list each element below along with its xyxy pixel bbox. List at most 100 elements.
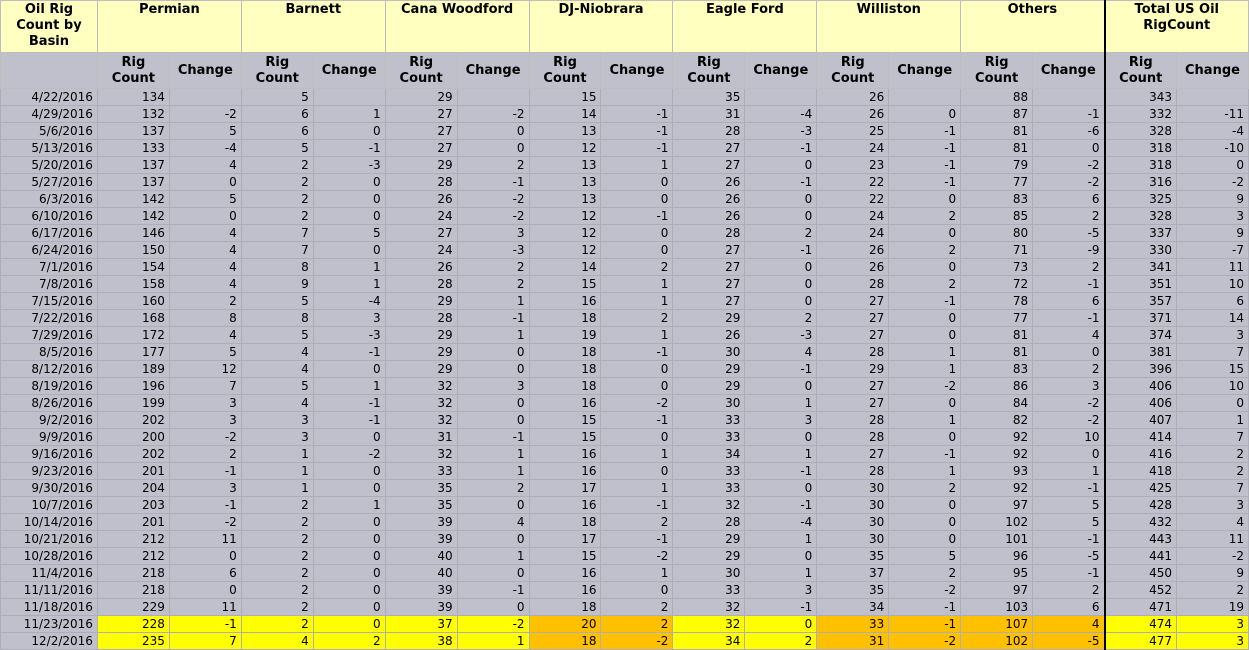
rig-count-cell: 29 — [672, 547, 746, 565]
change-cell: 0 — [312, 360, 386, 378]
rig-count-cell: 28 — [672, 122, 746, 140]
change-cell: 0 — [744, 258, 818, 276]
change-cell: 1 — [312, 258, 386, 276]
table-row: 5/6/2016 137 5 6 0 27 0 13 -1 28 -3 25 -1 81 -6 328 -4 — [0, 122, 1249, 140]
rig-count-cell: 235 — [96, 632, 170, 650]
rig-count-cell: 28 — [816, 275, 890, 293]
table-row: 11/23/2016 228 -1 2 0 37 -2 20 2 32 0 33 -1 107 4 474 3 — [0, 615, 1249, 633]
change-cell: -1 — [600, 343, 674, 361]
rig-count-cell: 102 — [960, 513, 1034, 531]
rig-count-cell: 202 — [96, 445, 170, 463]
date-cell: 7/15/2016 — [0, 292, 98, 310]
table-row: 11/11/2016 218 0 2 0 39 -1 16 0 33 3 35 -2 97 2 452 2 — [0, 581, 1249, 599]
rig-count-cell: 26 — [384, 190, 458, 208]
rig-count-cell: 27 — [672, 258, 746, 276]
rig-count-cell: 28 — [816, 462, 890, 480]
change-cell: 14 — [1175, 309, 1249, 327]
rig-count-cell: 133 — [96, 139, 170, 157]
rig-count-cell: 212 — [96, 530, 170, 548]
rig-count-table: Oil Rig Count by Basin Permian Barnett C… — [0, 0, 1249, 650]
change-cell: -4 — [744, 513, 818, 531]
change-cell: 1 — [744, 564, 818, 582]
rig-count-cell: 28 — [384, 275, 458, 293]
rig-count-cell: 32 — [384, 411, 458, 429]
change-cell: -2 — [456, 615, 530, 633]
rig-count-cell: 18 — [528, 309, 602, 327]
change-cell: 0 — [456, 343, 530, 361]
rig-count-cell: 16 — [528, 581, 602, 599]
change-cell: 1 — [600, 479, 674, 497]
rig-count-cell: 1 — [240, 445, 314, 463]
date-cell: 6/10/2016 — [0, 207, 98, 225]
rig-count-cell: 325 — [1103, 190, 1177, 208]
rig-count-cell: 1 — [240, 462, 314, 480]
rig-count-cell: 12 — [528, 224, 602, 242]
rig-count-cell: 34 — [816, 598, 890, 616]
rig-count-cell: 137 — [96, 156, 170, 174]
rig-count-cell: 87 — [960, 105, 1034, 123]
rig-count-cell: 18 — [528, 598, 602, 616]
change-cell: 0 — [888, 105, 962, 123]
change-cell: 0 — [312, 615, 386, 633]
table-row: 11/4/2016 218 6 2 0 40 0 16 1 30 1 37 2 95 -1 450 9 — [0, 564, 1249, 582]
rig-count-cell: 371 — [1103, 309, 1177, 327]
change-cell: 2 — [1032, 207, 1106, 225]
rig-count-cell: 35 — [672, 88, 746, 106]
change-cell: -2 — [888, 377, 962, 395]
rig-count-cell: 72 — [960, 275, 1034, 293]
rig-count-cell: 177 — [96, 343, 170, 361]
change-cell: -4 — [312, 292, 386, 310]
rig-count-cell: 27 — [816, 445, 890, 463]
rig-count-cell: 212 — [96, 547, 170, 565]
rig-count-cell: 5 — [240, 139, 314, 157]
change-cell: 0 — [1032, 445, 1106, 463]
rig-count-cell: 7 — [240, 241, 314, 259]
subheader-row: Rig Count Change Rig Count Change Rig Count C… — [0, 52, 1249, 89]
change-cell: 1 — [744, 394, 818, 412]
rig-count-cell: 2 — [240, 530, 314, 548]
rig-count-cell: 26 — [672, 173, 746, 191]
rig-count-cell: 26 — [672, 190, 746, 208]
change-cell: 4 — [168, 224, 242, 242]
rig-count-cell: 12 — [528, 139, 602, 157]
change-cell: 1 — [600, 292, 674, 310]
rig-count-cell: 328 — [1103, 122, 1177, 140]
change-cell: 2 — [1175, 581, 1249, 599]
change-cell: 0 — [312, 581, 386, 599]
change-cell: 1 — [600, 564, 674, 582]
change-cell: -1 — [888, 173, 962, 191]
change-cell: 0 — [456, 394, 530, 412]
rig-count-cell: 92 — [960, 479, 1034, 497]
rig-count-cell: 26 — [384, 258, 458, 276]
change-cell: 4 — [1175, 513, 1249, 531]
rig-count-cell: 9 — [240, 275, 314, 293]
rig-count-cell: 16 — [528, 394, 602, 412]
change-cell: -1 — [744, 496, 818, 514]
change-cell: 2 — [744, 224, 818, 242]
change-cell: -2 — [888, 581, 962, 599]
date-cell: 10/21/2016 — [0, 530, 98, 548]
change-cell: 5 — [168, 343, 242, 361]
change-cell: 0 — [600, 224, 674, 242]
rig-count-cell: 132 — [96, 105, 170, 123]
rig-count-cell: 32 — [384, 394, 458, 412]
change-cell: 1 — [456, 292, 530, 310]
change-cell: 4 — [1032, 326, 1106, 344]
rig-count-cell: 150 — [96, 241, 170, 259]
date-cell: 8/12/2016 — [0, 360, 98, 378]
change-cell — [168, 88, 242, 106]
change-cell: 3 — [312, 309, 386, 327]
change-cell: -3 — [744, 326, 818, 344]
change-cell: 2 — [1175, 462, 1249, 480]
table-row: 9/9/2016 200 -2 3 0 31 -1 15 0 33 0 28 0 92 10 414 7 — [0, 428, 1249, 446]
change-cell: 4 — [744, 343, 818, 361]
rig-count-cell: 196 — [96, 377, 170, 395]
change-cell: 3 — [456, 224, 530, 242]
rig-count-cell: 2 — [240, 564, 314, 582]
change-cell: -10 — [1175, 139, 1249, 157]
rig-count-cell: 2 — [240, 547, 314, 565]
rig-count-cell: 34 — [672, 632, 746, 650]
change-cell: 11 — [168, 598, 242, 616]
change-cell: 3 — [1175, 496, 1249, 514]
change-cell: 4 — [456, 513, 530, 531]
